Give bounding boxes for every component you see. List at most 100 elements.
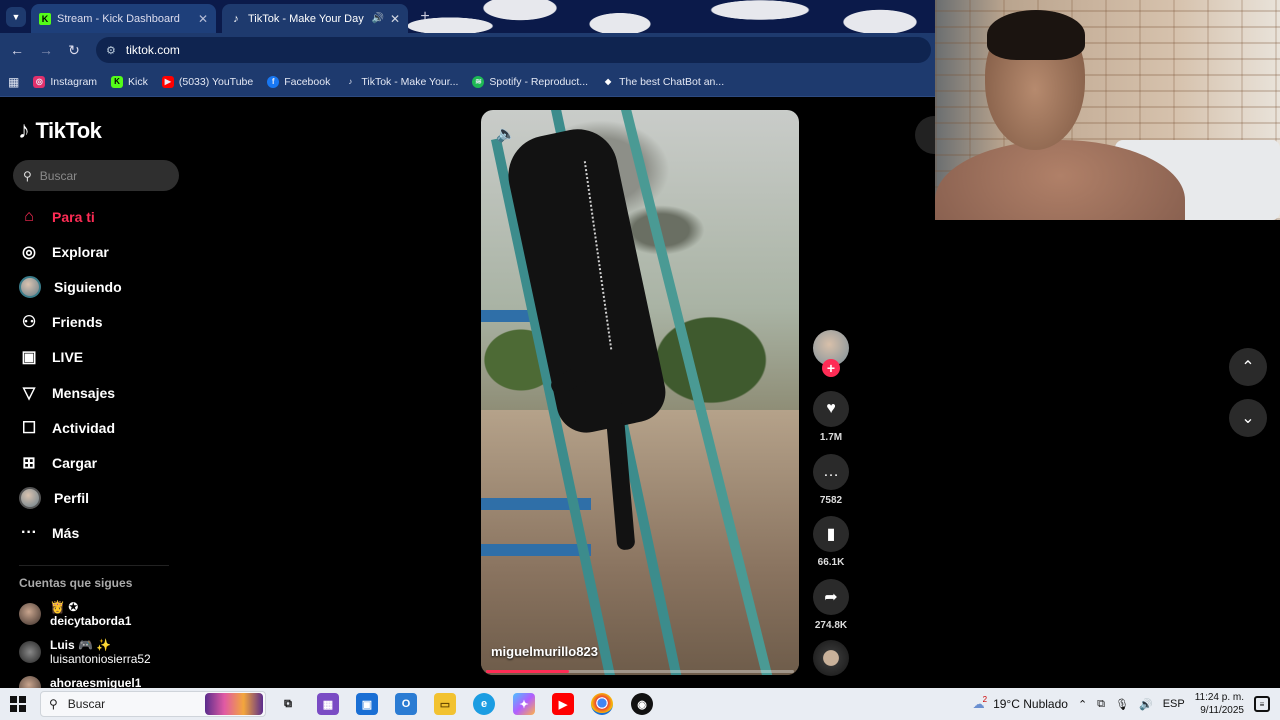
clock[interactable]: 11:24 p. m. 9/11/2025 <box>1195 691 1244 717</box>
following-account[interactable]: 👸 ✪ deicytaborda1 <box>19 600 131 628</box>
new-tab-button[interactable]: + <box>415 7 435 27</box>
bookmark-label: Kick <box>128 75 148 88</box>
facebook-icon: f <box>267 75 280 88</box>
speaker-icon[interactable]: 🔊 <box>371 13 383 24</box>
search-placeholder: Buscar <box>39 168 78 183</box>
share-icon: ➦ <box>813 579 849 615</box>
bookmark-label: Spotify - Reproduct... <box>489 75 589 88</box>
live-icon: ▣ <box>21 349 37 366</box>
copilot-icon[interactable]: ✦ <box>513 693 535 715</box>
bookmark-tiktok[interactable]: ♪ TikTok - Make Your... <box>344 76 458 88</box>
video-progress-fill <box>486 670 570 673</box>
previous-video-button[interactable]: ⌃ <box>1229 348 1267 386</box>
task-view-icon[interactable]: ⧉ <box>277 693 299 715</box>
apps-icon[interactable]: ▦ <box>8 75 19 89</box>
windows-start-icon[interactable] <box>10 696 26 712</box>
avatar <box>19 641 41 663</box>
nav-actividad[interactable]: ☐ Actividad <box>19 416 115 440</box>
outlook-icon[interactable]: O <box>395 693 417 715</box>
nav-cargar[interactable]: ⊞ Cargar <box>19 451 97 475</box>
following-account[interactable]: ahoraesmiguel1 <box>19 676 141 688</box>
nav-label: LIVE <box>52 349 84 365</box>
nav-siguiendo[interactable]: Siguiendo <box>19 275 122 299</box>
chatbot-icon: ◆ <box>604 77 612 86</box>
nav-label: Perfil <box>54 490 90 506</box>
url-field[interactable]: ⚙ tiktok.com <box>96 37 931 63</box>
network-icon[interactable]: ⧉ <box>1097 698 1105 711</box>
video-author[interactable]: miguelmurillo823 <box>491 644 598 659</box>
following-account[interactable]: Luis 🎮 ✨ luisantoniosierra52 <box>19 638 151 666</box>
save-button[interactable]: ▮ 66.1K <box>813 516 849 568</box>
video-progress-bar[interactable] <box>486 670 794 673</box>
tiktok-logo[interactable]: ♪ TikTok <box>18 117 102 145</box>
search-input[interactable]: ⚲ Buscar <box>13 160 179 191</box>
bookmark-label: Facebook <box>284 75 331 88</box>
bookmark-label: (5033) YouTube <box>178 75 254 88</box>
tab-search-button[interactable]: ▼ <box>6 7 26 27</box>
nav-para-ti[interactable]: ⌂ Para ti <box>19 205 95 229</box>
tiktok-icon: ♪ <box>18 117 30 144</box>
search-icon: ⚲ <box>23 168 32 183</box>
obs-icon[interactable]: ◉ <box>631 693 653 715</box>
nav-live[interactable]: ▣ LIVE <box>19 345 83 369</box>
widgets-icon[interactable]: ▦ <box>317 693 339 715</box>
nav-explorar[interactable]: ◎ Explorar <box>19 240 109 264</box>
home-icon: ⌂ <box>24 208 34 225</box>
language-indicator[interactable]: ESP <box>1163 698 1185 710</box>
taskbar-search[interactable]: ⚲ Buscar <box>40 691 266 717</box>
nav-label: Más <box>52 525 80 541</box>
follow-plus-icon[interactable]: + <box>822 359 840 377</box>
volume-icon[interactable]: 🔈 <box>496 124 518 146</box>
chrome-icon[interactable] <box>591 693 613 715</box>
search-icon: ⚲ <box>49 697 58 711</box>
music-disc[interactable] <box>813 640 849 676</box>
store-icon[interactable]: ▣ <box>356 693 378 715</box>
notifications-icon[interactable]: ≡ <box>1254 696 1270 712</box>
close-tab-icon[interactable]: ✕ <box>198 12 208 26</box>
nav-perfil[interactable]: Perfil <box>19 486 89 510</box>
volume-icon[interactable]: 🔊 <box>1139 698 1153 711</box>
youtube-icon[interactable]: ▶ <box>552 693 574 715</box>
nav-friends[interactable]: ⚇ Friends <box>19 310 103 334</box>
like-count: 1.7M <box>819 432 843 443</box>
like-button[interactable]: ♥ 1.7M <box>813 391 849 443</box>
bookmark-spotify[interactable]: ≋ Spotify - Reproduct... <box>472 75 589 88</box>
comment-button[interactable]: … 7582 <box>813 454 849 506</box>
avatar <box>19 276 41 298</box>
nav-mensajes[interactable]: ▽ Mensajes <box>19 381 115 405</box>
edge-icon[interactable]: e <box>473 693 495 715</box>
tiktok-icon: ♪ <box>348 77 353 86</box>
tab-title: TikTok - Make Your Day <box>248 12 364 25</box>
tab-tiktok[interactable]: ♪ TikTok - Make Your Day 🔊 ✕ <box>222 4 408 33</box>
bookmark-facebook[interactable]: f Facebook <box>267 75 331 88</box>
avatar <box>19 487 41 509</box>
chevron-up-icon[interactable]: ⌃ <box>1078 698 1087 711</box>
close-tab-icon[interactable]: ✕ <box>390 12 400 26</box>
reload-icon[interactable]: ↻ <box>65 41 83 59</box>
compass-icon: ◎ <box>22 244 36 261</box>
site-info-icon[interactable]: ⚙ <box>106 44 116 57</box>
bookmark-chatbot[interactable]: ◆ The best ChatBot an... <box>602 76 724 88</box>
video-player[interactable] <box>481 110 799 675</box>
account-handle: ahoraesmiguel1 <box>50 676 142 688</box>
save-count: 66.1K <box>817 557 845 568</box>
share-count: 274.8K <box>814 620 848 631</box>
nav-mas[interactable]: ··· Más <box>19 521 79 545</box>
back-icon[interactable]: ← <box>8 41 26 59</box>
bookmark-icon: ▮ <box>813 516 849 552</box>
bookmark-instagram[interactable]: ◎ Instagram <box>33 75 97 88</box>
kick-icon: K <box>111 75 124 88</box>
bookmark-youtube[interactable]: ▶ (5033) YouTube <box>161 75 254 88</box>
friends-icon: ⚇ <box>21 314 37 331</box>
forward-icon[interactable]: → <box>37 41 55 59</box>
share-button[interactable]: ➦ 274.8K <box>813 579 849 631</box>
system-tray: ☁ 2 19°C Nublado ⌃ ⧉ 🎙 🔊 ESP 11:24 p. m.… <box>973 688 1280 720</box>
next-video-button[interactable]: ⌄ <box>1229 399 1267 437</box>
bookmark-kick[interactable]: K Kick <box>111 75 148 88</box>
activity-icon: ☐ <box>21 420 37 437</box>
file-explorer-icon[interactable]: ▭ <box>434 693 456 715</box>
tab-kick-dashboard[interactable]: K Stream - Kick Dashboard ✕ <box>31 4 216 33</box>
weather-badge: 2 <box>982 694 988 704</box>
weather-widget[interactable]: ☁ 2 19°C Nublado <box>973 694 1068 712</box>
microphone-icon[interactable]: 🎙 <box>1115 698 1129 711</box>
